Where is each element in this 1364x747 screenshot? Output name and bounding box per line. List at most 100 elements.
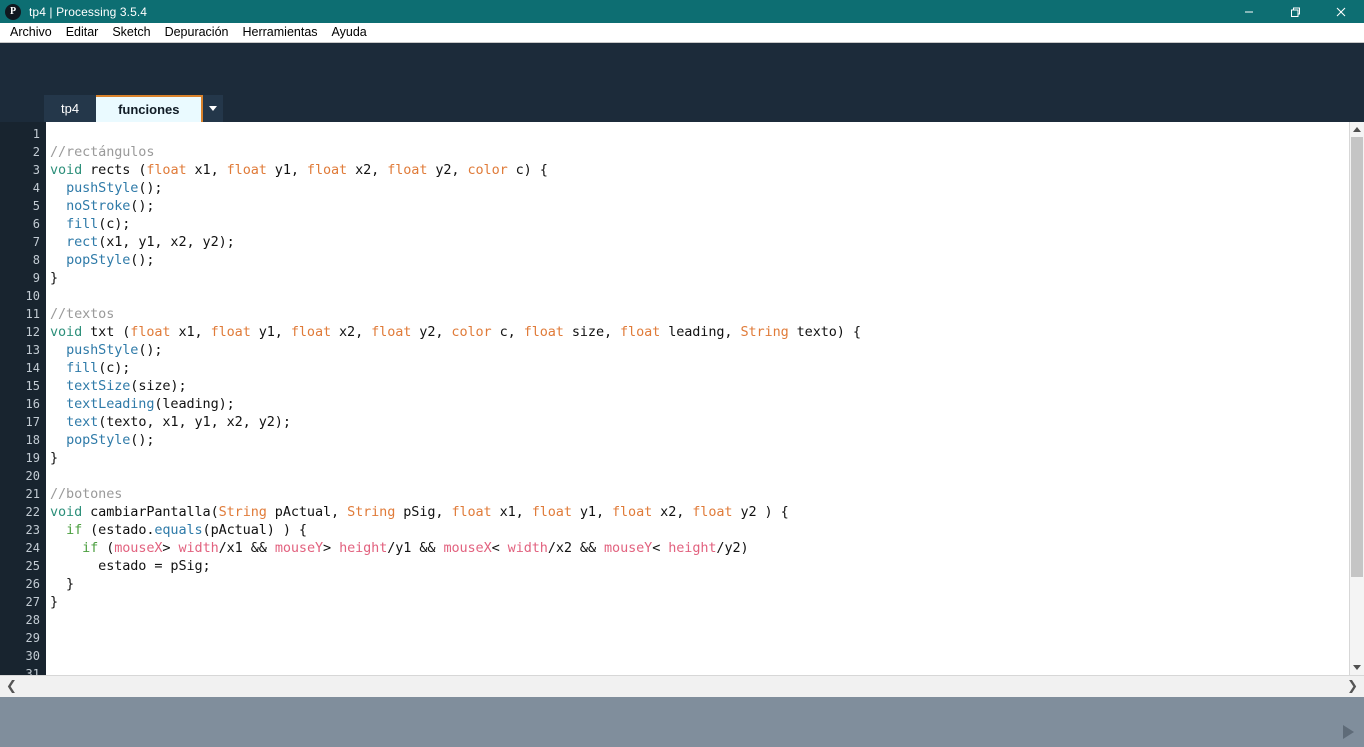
code-token: x2, xyxy=(331,324,371,340)
code-line: if (mouseX> width/x1 && mouseY> height/y… xyxy=(50,539,1349,557)
code-token: (texto, x1, y1, x2, y2); xyxy=(98,414,291,430)
scroll-down-button[interactable] xyxy=(1350,660,1364,675)
code-token: float xyxy=(227,162,267,178)
code-token: y1, xyxy=(251,324,291,340)
code-line xyxy=(50,647,1349,665)
code-token xyxy=(50,234,66,250)
menu-item-depuracion[interactable]: Depuración xyxy=(158,23,236,42)
code-token: cambiarPantalla( xyxy=(82,504,218,520)
code-token: noStroke xyxy=(66,198,130,214)
menu-item-archivo[interactable]: Archivo xyxy=(3,23,59,42)
code-token: if xyxy=(82,540,98,556)
menu-item-ayuda[interactable]: Ayuda xyxy=(325,23,374,42)
code-token: height xyxy=(339,540,387,556)
code-token: } xyxy=(50,576,74,592)
vertical-scrollbar-thumb[interactable] xyxy=(1351,137,1363,577)
code-token: mouseX xyxy=(114,540,162,556)
code-token: (size); xyxy=(130,378,186,394)
line-number: 16 xyxy=(0,395,46,413)
code-token: //botones xyxy=(50,486,122,502)
code-token: float xyxy=(692,504,732,520)
line-number: 17 xyxy=(0,413,46,431)
line-number: 28 xyxy=(0,611,46,629)
code-line: fill(c); xyxy=(50,359,1349,377)
code-token: (); xyxy=(130,252,154,268)
code-token xyxy=(50,180,66,196)
close-button[interactable] xyxy=(1318,0,1364,23)
code-token: (leading); xyxy=(154,396,234,412)
tab-label: tp4 xyxy=(61,101,79,116)
line-number-gutter: 1234567891011121314151617181920212223242… xyxy=(0,122,46,675)
code-line xyxy=(50,665,1349,675)
tab-menu-button[interactable] xyxy=(201,95,223,122)
code-line: } xyxy=(50,449,1349,467)
code-token: ( xyxy=(98,540,114,556)
code-token: /x1 && xyxy=(219,540,275,556)
code-token: void xyxy=(50,162,82,178)
menu-item-herramientas[interactable]: Herramientas xyxy=(236,23,325,42)
code-token: } xyxy=(50,594,58,610)
code-line: } xyxy=(50,593,1349,611)
window-title: tp4 | Processing 3.5.4 xyxy=(29,5,147,19)
code-token: < xyxy=(492,540,508,556)
code-token: float xyxy=(307,162,347,178)
code-token: (pActual) ) { xyxy=(203,522,307,538)
code-token: String xyxy=(740,324,788,340)
code-token: float xyxy=(146,162,186,178)
code-token: void xyxy=(50,324,82,340)
code-token: y1, xyxy=(572,504,612,520)
code-token: > xyxy=(162,540,178,556)
code-token: x2, xyxy=(652,504,692,520)
line-number: 3 xyxy=(0,161,46,179)
status-bar xyxy=(0,697,1364,747)
code-line: textSize(size); xyxy=(50,377,1349,395)
code-token xyxy=(50,396,66,412)
line-number: 31 xyxy=(0,665,46,675)
code-token: float xyxy=(524,324,564,340)
code-token: textLeading xyxy=(66,396,154,412)
line-number: 26 xyxy=(0,575,46,593)
tab-strip: tp4 funciones xyxy=(0,95,1364,122)
close-icon xyxy=(1335,6,1347,18)
maximize-restore-icon xyxy=(1288,5,1302,19)
code-token: x1, xyxy=(170,324,210,340)
line-number: 8 xyxy=(0,251,46,269)
code-token: (x1, y1, x2, y2); xyxy=(98,234,234,250)
tab-tp4[interactable]: tp4 xyxy=(44,95,96,122)
code-line: rect(x1, y1, x2, y2); xyxy=(50,233,1349,251)
code-token: pushStyle xyxy=(66,342,138,358)
minimize-icon xyxy=(1243,6,1255,18)
minimize-button[interactable] xyxy=(1226,0,1272,23)
menu-item-sketch[interactable]: Sketch xyxy=(105,23,157,42)
code-token: y1, xyxy=(267,162,307,178)
code-line: void txt (float x1, float y1, float x2, … xyxy=(50,323,1349,341)
code-line: } xyxy=(50,575,1349,593)
code-token xyxy=(50,252,66,268)
line-number: 1 xyxy=(0,125,46,143)
code-token: pActual, xyxy=(267,504,347,520)
menu-item-editar[interactable]: Editar xyxy=(59,23,106,42)
code-token: mouseY xyxy=(275,540,323,556)
code-line xyxy=(50,287,1349,305)
horizontal-scrollbar[interactable]: ❮ ❯ xyxy=(0,675,1364,697)
title-bar: P tp4 | Processing 3.5.4 xyxy=(0,0,1364,23)
code-token: text xyxy=(66,414,98,430)
tab-funciones[interactable]: funciones xyxy=(96,95,201,122)
chevron-right-icon[interactable]: ❯ xyxy=(1347,680,1358,693)
code-token: y2, xyxy=(427,162,467,178)
scroll-up-button[interactable] xyxy=(1350,122,1364,137)
line-number: 30 xyxy=(0,647,46,665)
chevron-left-icon[interactable]: ❮ xyxy=(6,680,17,693)
code-line: //rectángulos xyxy=(50,143,1349,161)
vertical-scrollbar[interactable] xyxy=(1349,122,1364,675)
line-number: 11 xyxy=(0,305,46,323)
code-token: color xyxy=(451,324,491,340)
line-number: 25 xyxy=(0,557,46,575)
play-outline-icon[interactable] xyxy=(1343,725,1354,739)
code-token: pSig, xyxy=(395,504,451,520)
line-number: 14 xyxy=(0,359,46,377)
code-token: (c); xyxy=(98,360,130,376)
code-token: textSize xyxy=(66,378,130,394)
maximize-button[interactable] xyxy=(1272,0,1318,23)
code-area[interactable]: //rectángulosvoid rects (float x1, float… xyxy=(46,122,1349,675)
